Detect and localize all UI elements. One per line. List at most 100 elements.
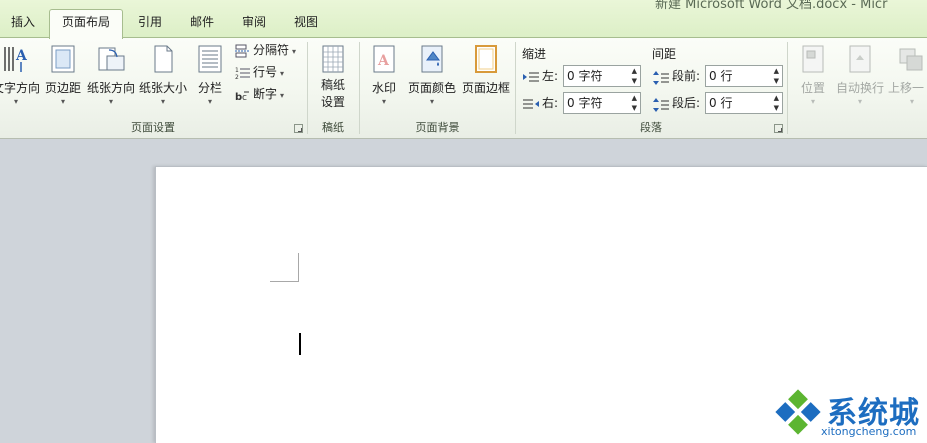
columns-icon bbox=[195, 44, 225, 74]
hyphenation-button[interactable]: b c 断字 ▾ bbox=[235, 84, 284, 105]
indent-right-input[interactable]: 0 字符 ▲ ▼ bbox=[563, 92, 641, 114]
page-borders-label: 页面边框 bbox=[461, 81, 510, 95]
spin-down-icon[interactable]: ▼ bbox=[632, 104, 637, 112]
group-separator bbox=[787, 42, 788, 134]
breaks-button[interactable]: 分隔符 ▾ bbox=[235, 40, 296, 61]
chevron-down-icon: ▾ bbox=[381, 97, 386, 106]
tab-review[interactable]: 审阅 bbox=[232, 10, 276, 36]
breaks-label: 分隔符 bbox=[253, 43, 290, 57]
orientation-label: 纸张方向 bbox=[86, 81, 135, 95]
page-borders-icon bbox=[471, 44, 501, 74]
watermark-label: 水印 bbox=[371, 81, 396, 95]
svg-text:c: c bbox=[242, 93, 247, 102]
chevron-down-icon: ▾ bbox=[429, 97, 434, 106]
line-numbers-icon: 12 bbox=[235, 66, 251, 81]
spacing-after-input[interactable]: 0 行 ▲ ▼ bbox=[705, 92, 783, 114]
tab-page-layout[interactable]: 页面布局 bbox=[49, 9, 123, 39]
margins-button[interactable]: 页边距 ▾ bbox=[42, 40, 84, 120]
indent-left-label: 左: bbox=[523, 65, 558, 87]
tab-references[interactable]: 引用 bbox=[128, 10, 172, 36]
chevron-down-icon: ▾ bbox=[292, 47, 297, 56]
svg-text:1: 1 bbox=[235, 67, 239, 74]
position-button[interactable]: 位置 ▾ bbox=[797, 40, 829, 120]
spin-down-icon[interactable]: ▼ bbox=[774, 77, 779, 85]
chevron-down-icon: ▾ bbox=[207, 97, 212, 106]
spacing-heading: 间距 bbox=[652, 47, 677, 61]
chevron-down-icon: ▾ bbox=[910, 97, 915, 106]
size-button[interactable]: 纸张大小 ▾ bbox=[138, 40, 188, 120]
spin-up-icon[interactable]: ▲ bbox=[632, 67, 637, 75]
svg-text:2: 2 bbox=[235, 74, 239, 80]
tab-view[interactable]: 视图 bbox=[284, 10, 328, 36]
draft-paper-icon bbox=[318, 44, 348, 74]
spacing-after-label: 段后: bbox=[653, 92, 700, 114]
chevron-down-icon: ▾ bbox=[810, 97, 815, 106]
window-title: 新建 Microsoft Word 文档.docx - Micr bbox=[655, 0, 888, 12]
draft-paper-label: 稿纸 bbox=[320, 78, 345, 92]
position-label: 位置 bbox=[800, 81, 825, 95]
diamond-logo-icon bbox=[775, 389, 821, 435]
text-direction-label: 文字方向 bbox=[0, 81, 41, 95]
wrap-text-button[interactable]: 自动换行 ▾ bbox=[834, 40, 886, 120]
line-numbers-button[interactable]: 1 2 行号 ▾ bbox=[235, 62, 284, 83]
draft-paper-button[interactable]: 稿纸 设置 bbox=[313, 40, 353, 120]
chevron-down-icon: ▾ bbox=[280, 91, 285, 100]
svg-text:A: A bbox=[15, 48, 28, 64]
wrap-text-label: 自动换行 bbox=[835, 81, 884, 95]
breaks-icon bbox=[235, 44, 251, 58]
margin-corner-mark bbox=[270, 281, 299, 282]
spin-down-icon[interactable]: ▼ bbox=[774, 104, 779, 112]
spacing-after-icon bbox=[653, 97, 669, 112]
spin-down-icon[interactable]: ▼ bbox=[632, 77, 637, 85]
indent-left-input[interactable]: 0 字符 ▲ ▼ bbox=[563, 65, 641, 87]
ribbon: A 文字方向 ▾ 页边距 ▾ 纸张方向 ▾ 纸张大小 ▾ 分栏 ▾ 分隔符▾ bbox=[0, 37, 927, 139]
page-color-button[interactable]: 页面颜色 ▾ bbox=[406, 40, 458, 120]
chevron-down-icon: ▾ bbox=[160, 97, 165, 106]
spin-up-icon[interactable]: ▲ bbox=[774, 67, 779, 75]
indent-right-icon bbox=[523, 97, 539, 111]
page-color-icon bbox=[417, 44, 447, 74]
orientation-button[interactable]: 纸张方向 ▾ bbox=[86, 40, 136, 120]
indent-right-value: 0 字符 bbox=[567, 96, 603, 110]
page-borders-button[interactable]: 页面边框 bbox=[460, 40, 512, 120]
indent-right-label: 右: bbox=[523, 92, 558, 114]
page-color-label: 页面颜色 bbox=[407, 81, 456, 95]
margins-icon bbox=[48, 44, 78, 74]
page-setup-dialog-launcher[interactable] bbox=[294, 124, 303, 133]
position-icon bbox=[798, 44, 828, 74]
spacing-before-icon bbox=[653, 70, 669, 85]
draft-paper-label-line2: 设置 bbox=[320, 95, 345, 109]
spin-up-icon[interactable]: ▲ bbox=[774, 94, 779, 102]
bring-forward-label: 上移一 bbox=[888, 81, 925, 95]
chevron-down-icon: ▾ bbox=[108, 97, 113, 106]
columns-button[interactable]: 分栏 ▾ bbox=[192, 40, 228, 120]
chevron-down-icon: ▾ bbox=[60, 97, 65, 106]
paper-size-icon bbox=[148, 44, 178, 74]
watermark-logo-url: xitongcheng.com bbox=[821, 425, 917, 438]
page-background-group-label: 页面背景 bbox=[415, 121, 460, 134]
hyphenation-icon: bc bbox=[235, 88, 251, 103]
chevron-down-icon: ▾ bbox=[280, 69, 285, 78]
paragraph-dialog-launcher[interactable] bbox=[774, 124, 783, 133]
watermark-icon: A bbox=[369, 44, 399, 74]
indent-heading: 缩进 bbox=[522, 47, 547, 61]
page-setup-group-label: 页面设置 bbox=[131, 121, 175, 134]
spacing-before-input[interactable]: 0 行 ▲ ▼ bbox=[705, 65, 783, 87]
text-direction-button[interactable]: A 文字方向 ▾ bbox=[0, 40, 40, 120]
text-cursor bbox=[299, 333, 301, 355]
svg-text:A: A bbox=[377, 53, 390, 69]
spacing-after-value: 0 行 bbox=[709, 96, 733, 110]
bring-forward-icon bbox=[898, 44, 927, 74]
line-numbers-label: 行号 bbox=[253, 65, 278, 79]
columns-label: 分栏 bbox=[197, 81, 222, 95]
wrap-text-icon bbox=[845, 44, 875, 74]
bring-forward-button[interactable]: 上移一 ▾ bbox=[888, 40, 927, 120]
margins-label: 页边距 bbox=[44, 81, 81, 95]
tab-mailings[interactable]: 邮件 bbox=[180, 10, 224, 36]
orientation-icon bbox=[96, 44, 126, 74]
spin-up-icon[interactable]: ▲ bbox=[632, 94, 637, 102]
tab-insert[interactable]: 插入 bbox=[2, 10, 44, 36]
indent-left-value: 0 字符 bbox=[567, 69, 603, 83]
watermark-button[interactable]: A 水印 ▾ bbox=[366, 40, 402, 120]
chevron-down-icon: ▾ bbox=[13, 97, 18, 106]
